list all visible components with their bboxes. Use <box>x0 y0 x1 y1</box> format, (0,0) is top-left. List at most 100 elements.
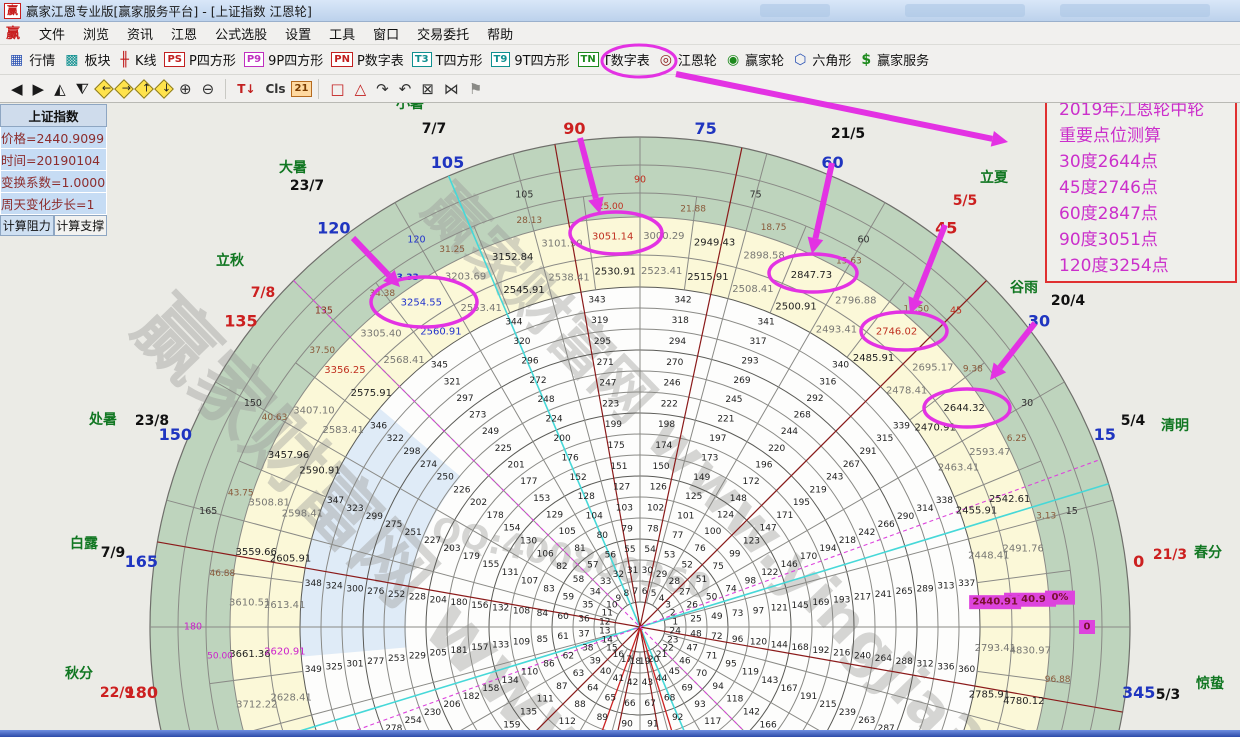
svg-text:345: 345 <box>1122 683 1155 702</box>
sectors-button[interactable]: ▩板块 <box>63 50 110 69</box>
9p-square-button[interactable]: P99P四方形 <box>244 50 323 69</box>
svg-text:67: 67 <box>644 699 655 709</box>
p-square-button[interactable]: PSP四方形 <box>164 50 235 69</box>
svg-text:35: 35 <box>582 600 593 610</box>
svg-text:83: 83 <box>543 584 554 594</box>
info-rows: 价格=2440.9099时间=20190104变换系数=1.00000周天变化步… <box>0 127 107 215</box>
back-button[interactable]: ◀ <box>11 78 23 100</box>
t-table-button[interactable]: TNT数字表 <box>578 50 650 69</box>
svg-text:61: 61 <box>557 632 568 642</box>
svg-text:25.00: 25.00 <box>598 202 624 212</box>
svg-text:125: 125 <box>685 492 702 502</box>
title-bar[interactable]: 赢 赢家江恩专业版[赢家服务平台] - [上证指数 江恩轮] <box>0 0 1240 22</box>
9t-square-button[interactable]: T99T四方形 <box>491 50 570 69</box>
quotes-button[interactable]: ▦行情 <box>8 50 55 69</box>
menu-item-3[interactable]: 江恩 <box>162 22 206 45</box>
annotation-box: 2019年江恩轮中轮重要点位测算30度2644点45度2746点60度2847点… <box>1045 103 1237 283</box>
svg-text:45: 45 <box>935 218 957 237</box>
rotate-left-button[interactable]: ◭ <box>54 78 66 100</box>
menu-item-6[interactable]: 工具 <box>320 22 364 45</box>
svg-text:120: 120 <box>317 218 350 237</box>
menu-item-2[interactable]: 资讯 <box>118 22 162 45</box>
svg-text:157: 157 <box>471 643 488 653</box>
svg-text:246: 246 <box>663 379 680 389</box>
svg-text:2440.91: 2440.91 <box>972 597 1018 608</box>
calc-resistance-button[interactable]: 计算阻力 <box>0 215 54 236</box>
rotate-cw-button[interactable]: ↷ <box>376 78 389 100</box>
svg-text:80: 80 <box>597 531 609 541</box>
rotate-ccw-button[interactable]: ↶ <box>399 78 412 100</box>
gann-wheel-canvas[interactable]: 赢家财富网 www.yingjia360.com赢家财富网 www.yingji… <box>0 103 1240 737</box>
svg-text:55: 55 <box>624 545 635 555</box>
svg-text:320: 320 <box>513 337 530 347</box>
svg-text:270: 270 <box>666 358 683 368</box>
svg-text:60: 60 <box>821 153 843 172</box>
calc-support-button[interactable]: 计算支撑 <box>54 215 108 236</box>
svg-text:249: 249 <box>482 427 499 437</box>
svg-text:40: 40 <box>600 667 612 677</box>
pan-down-button[interactable]: ↓ <box>154 79 174 99</box>
svg-text:2493.41: 2493.41 <box>816 325 857 336</box>
winner-wheel-button[interactable]: ◉赢家轮 <box>725 50 784 69</box>
svg-text:248: 248 <box>537 395 554 405</box>
svg-text:205: 205 <box>430 649 447 659</box>
price-axis-button[interactable]: T↓ <box>237 78 255 100</box>
drawing-toolbar: ◀ ▶ ◭ ⧨←→↑↓⊕ ⊖ T↓ Cls 21 □ △ ↷ ↶ ⊠ ⋈ ⚑ <box>0 75 1240 103</box>
menu-item-5[interactable]: 设置 <box>276 22 320 45</box>
svg-text:268: 268 <box>794 411 811 421</box>
menu-item-9[interactable]: 帮助 <box>478 22 522 45</box>
zoom-out-button[interactable]: ⊖ <box>202 78 215 100</box>
instrument-name: 上证指数 <box>0 104 107 127</box>
t-square-button[interactable]: T3T四方形 <box>412 50 483 69</box>
menu-item-4[interactable]: 公式选股 <box>206 22 276 45</box>
svg-text:149: 149 <box>693 473 710 483</box>
svg-text:134: 134 <box>502 676 519 686</box>
svg-text:105: 105 <box>515 190 533 201</box>
shrink-button[interactable]: ⋈ <box>444 78 459 100</box>
toolbar-label: 9P四方形 <box>268 50 323 69</box>
svg-text:178: 178 <box>487 511 504 521</box>
svg-text:197: 197 <box>709 434 726 444</box>
triangle-tool-button[interactable]: △ <box>355 78 367 100</box>
svg-text:3305.40: 3305.40 <box>360 329 401 340</box>
svg-text:175: 175 <box>608 441 625 451</box>
svg-text:7/7: 7/7 <box>422 121 447 137</box>
gann-wheel-button[interactable]: ◎江恩轮 <box>658 50 717 69</box>
winner-service-button[interactable]: $赢家服务 <box>859 50 929 69</box>
svg-text:147: 147 <box>760 524 777 534</box>
p-table-button[interactable]: PNP数字表 <box>331 50 404 69</box>
menu-item-1[interactable]: 浏览 <box>74 22 118 45</box>
svg-text:227: 227 <box>424 536 441 546</box>
pan-up-button[interactable]: ↑ <box>134 79 154 99</box>
svg-text:65: 65 <box>605 694 616 704</box>
svg-text:120: 120 <box>750 638 767 648</box>
menu-item-7[interactable]: 窗口 <box>364 22 408 45</box>
present-button[interactable]: ⚑ <box>469 78 482 100</box>
svg-text:277: 277 <box>367 657 384 667</box>
calendar-button[interactable]: 21 <box>291 81 313 97</box>
svg-text:119: 119 <box>742 668 759 678</box>
square-tool-button[interactable]: □ <box>330 78 344 100</box>
pan-left-button[interactable]: ← <box>94 79 114 99</box>
svg-text:70: 70 <box>696 669 708 679</box>
forward-button[interactable]: ▶ <box>33 78 45 100</box>
kline-button[interactable]: ╫K线 <box>119 50 157 69</box>
rotate-right-button[interactable]: ⧨ <box>76 78 89 100</box>
cls-button[interactable]: Cls <box>265 78 285 100</box>
svg-text:62: 62 <box>563 652 574 662</box>
svg-text:2485.91: 2485.91 <box>853 353 894 364</box>
fit-button[interactable]: ⊠ <box>421 78 434 100</box>
svg-text:46: 46 <box>679 656 691 666</box>
svg-text:12.50: 12.50 <box>903 304 929 314</box>
pan-right-button[interactable]: → <box>114 79 134 99</box>
window-title: 赢家江恩专业版[赢家服务平台] - [上证指数 江恩轮] <box>26 1 312 20</box>
menu-item-0[interactable]: 文件 <box>30 22 74 45</box>
svg-text:清明: 清明 <box>1161 417 1189 434</box>
hexagon-button[interactable]: ⬡六角形 <box>792 50 851 69</box>
zoom-in-button[interactable]: ⊕ <box>179 78 192 100</box>
svg-text:180: 180 <box>450 598 467 608</box>
svg-text:217: 217 <box>854 593 871 603</box>
svg-text:60: 60 <box>557 612 569 622</box>
svg-text:156: 156 <box>471 601 488 611</box>
menu-item-8[interactable]: 交易委托 <box>408 22 478 45</box>
